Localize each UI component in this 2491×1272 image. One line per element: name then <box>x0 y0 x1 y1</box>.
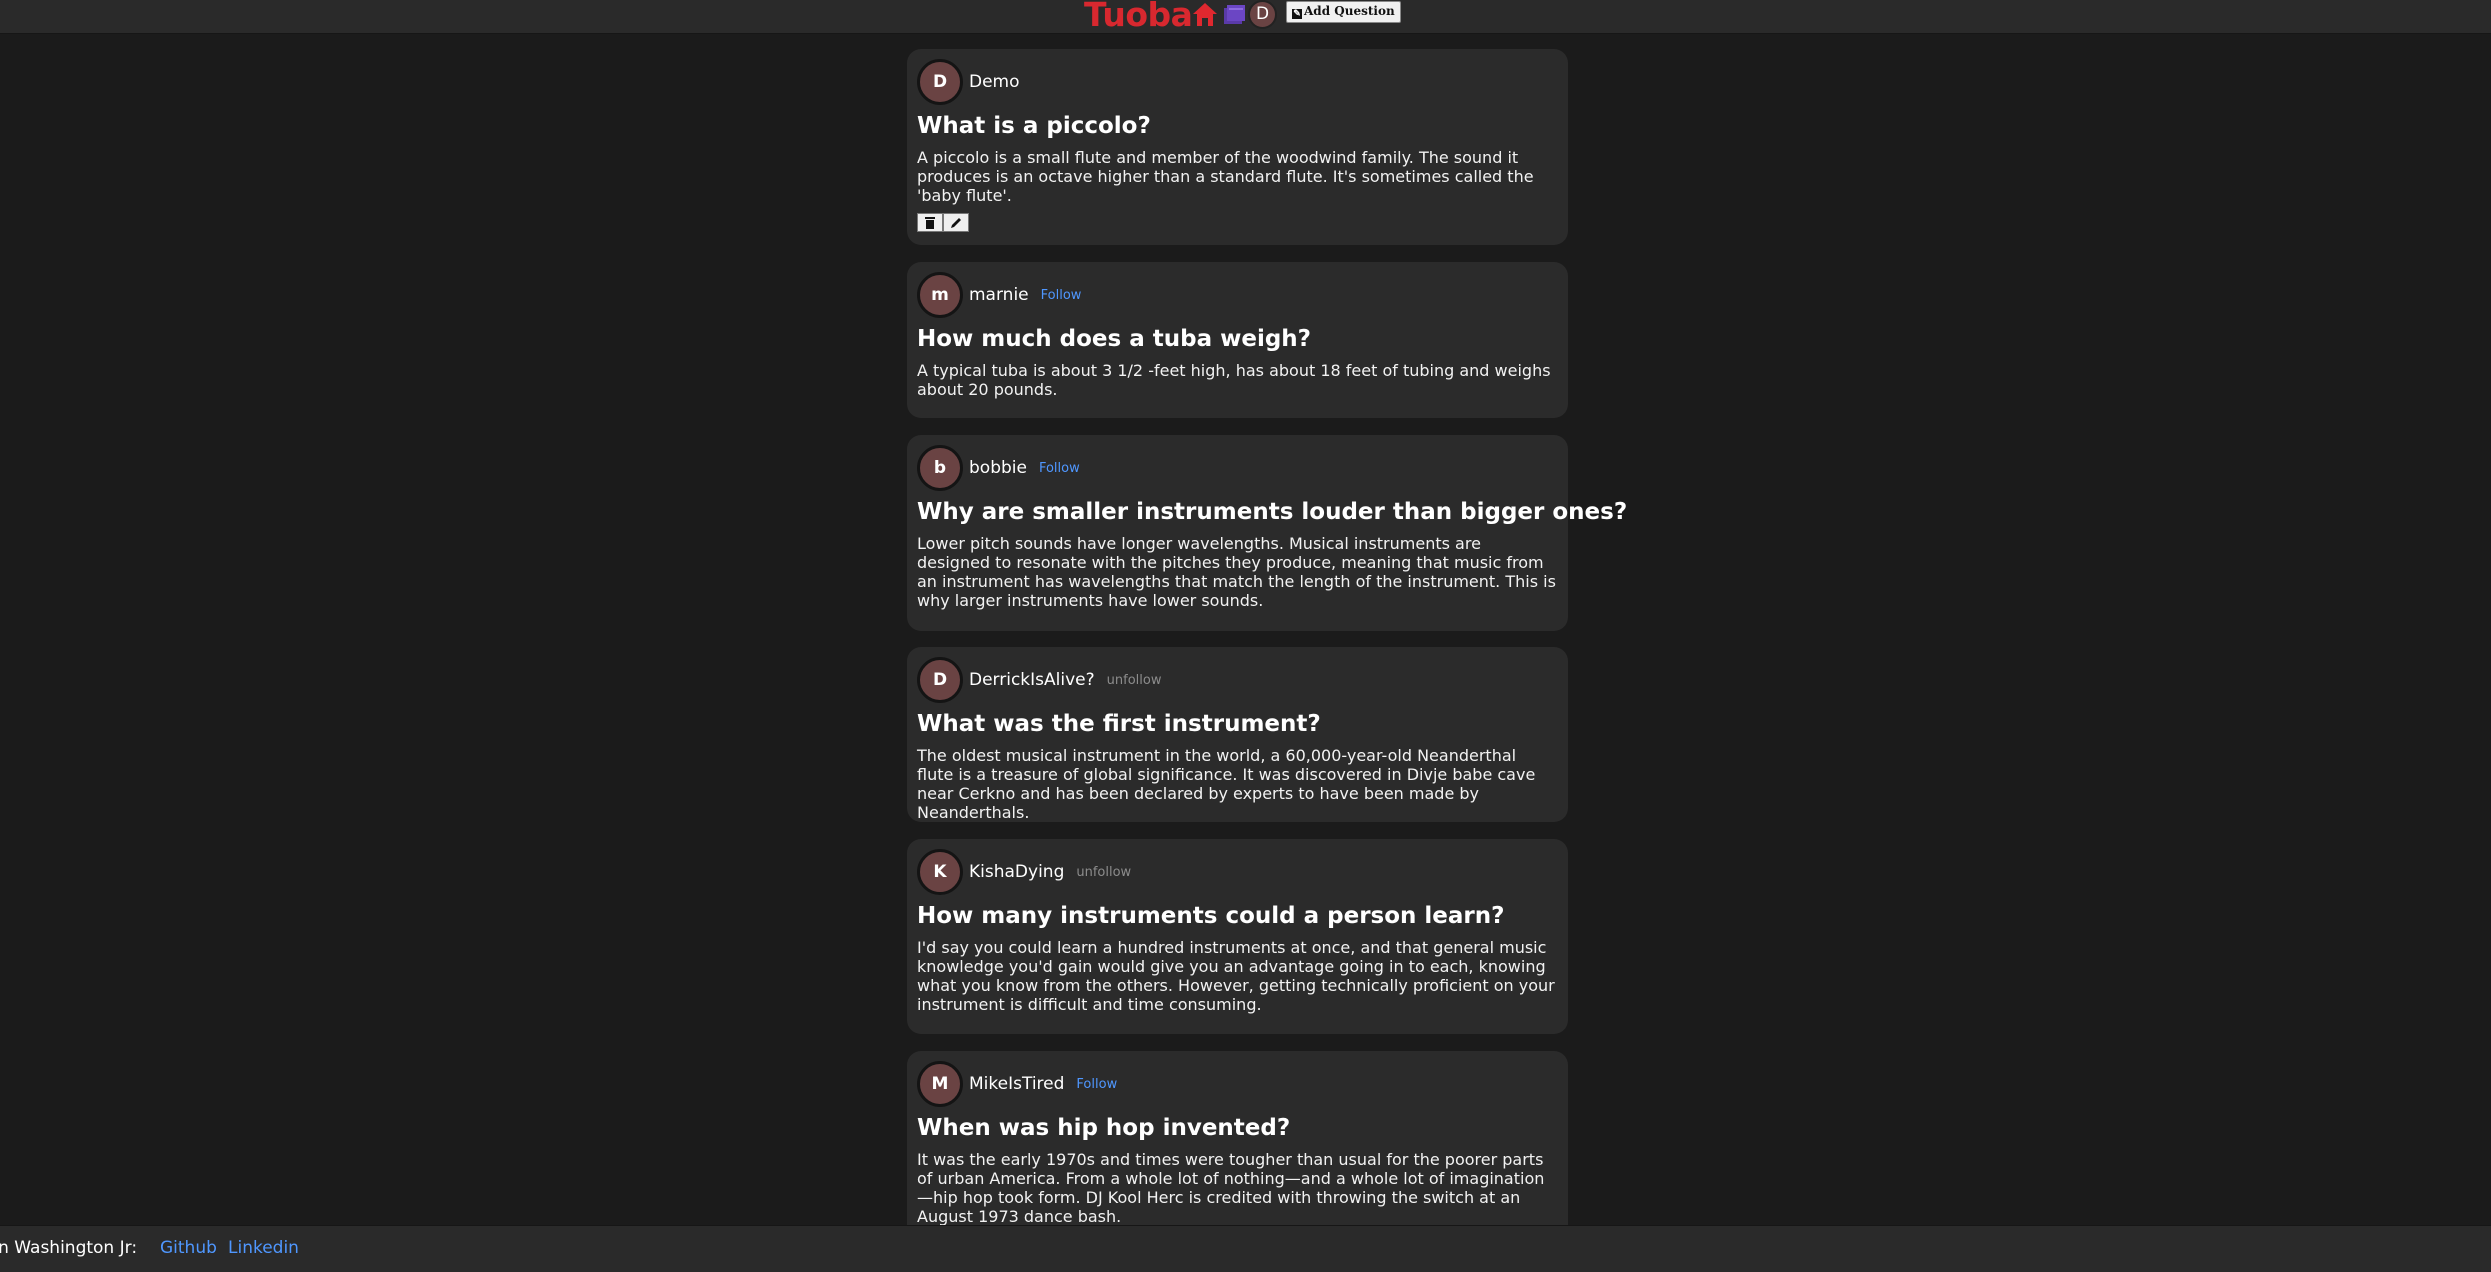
question-title[interactable]: When was hip hop invented? <box>917 1115 1290 1141</box>
linkedin-link[interactable]: Linkedin <box>228 1238 299 1258</box>
author-row: K KishaDying unfollow <box>917 849 1131 895</box>
add-question-label: Add Question <box>1304 4 1395 18</box>
trash-icon <box>925 217 935 229</box>
author-avatar[interactable]: D <box>917 657 963 703</box>
question-card: M MikeIsTired Follow When was hip hop in… <box>907 1051 1568 1251</box>
question-title[interactable]: Why are smaller instruments louder than … <box>917 499 1627 525</box>
github-link[interactable]: Github <box>160 1238 217 1258</box>
question-title[interactable]: How many instruments could a person lear… <box>917 903 1505 929</box>
author-name[interactable]: Demo <box>969 72 1020 92</box>
brand-logo[interactable]: Tuoba <box>1084 0 1193 33</box>
question-card: D Demo What is a piccolo? A piccolo is a… <box>907 49 1568 245</box>
delete-button[interactable] <box>917 213 943 232</box>
question-card: D DerrickIsAlive? unfollow What was the … <box>907 647 1568 822</box>
author-row: b bobbie Follow <box>917 445 1080 491</box>
author-name[interactable]: marnie <box>969 285 1029 305</box>
author-avatar[interactable]: K <box>917 849 963 895</box>
author-name[interactable]: MikeIsTired <box>969 1074 1064 1094</box>
question-title[interactable]: What was the first instrument? <box>917 711 1321 737</box>
card-actions <box>917 213 969 232</box>
question-body: A piccolo is a small flute and member of… <box>917 148 1534 205</box>
question-card: m marnie Follow How much does a tuba wei… <box>907 262 1568 418</box>
author-avatar[interactable]: m <box>917 272 963 318</box>
question-card: K KishaDying unfollow How many instrumen… <box>907 839 1568 1034</box>
unfollow-button[interactable]: unfollow <box>1076 865 1131 880</box>
add-question-button[interactable]: ✎ Add Question <box>1286 1 1401 23</box>
question-title[interactable]: How much does a tuba weigh? <box>917 326 1311 352</box>
author-row: D Demo <box>917 59 1020 105</box>
question-body: I'd say you could learn a hundred instru… <box>917 938 1555 1014</box>
author-row: M MikeIsTired Follow <box>917 1061 1117 1107</box>
author-name[interactable]: bobbie <box>969 458 1027 478</box>
follow-button[interactable]: Follow <box>1076 1077 1117 1092</box>
unfollow-button[interactable]: unfollow <box>1107 673 1162 688</box>
question-body: It was the early 1970s and times were to… <box>917 1150 1545 1226</box>
edit-icon: ✎ <box>1292 9 1302 19</box>
top-navbar: Tuoba D ✎ Add Question <box>0 0 2491 34</box>
follow-button[interactable]: Follow <box>1041 288 1082 303</box>
author-avatar[interactable]: b <box>917 445 963 491</box>
question-body: Lower pitch sounds have longer wavelengt… <box>917 534 1556 610</box>
home-icon[interactable] <box>1190 0 1220 28</box>
question-body: A typical tuba is about 3 1/2 -feet high… <box>917 361 1551 399</box>
author-name[interactable]: DerrickIsAlive? <box>969 670 1095 690</box>
question-title[interactable]: What is a piccolo? <box>917 113 1151 139</box>
edit-button[interactable] <box>943 213 969 232</box>
user-avatar[interactable]: D <box>1248 0 1277 29</box>
pencil-icon <box>950 218 961 228</box>
author-avatar[interactable]: M <box>917 1061 963 1107</box>
author-avatar[interactable]: D <box>917 59 963 105</box>
books-icon[interactable] <box>1219 0 1249 28</box>
question-card: b bobbie Follow Why are smaller instrume… <box>907 435 1627 631</box>
author-name[interactable]: KishaDying <box>969 862 1064 882</box>
follow-button[interactable]: Follow <box>1039 461 1080 476</box>
author-row: m marnie Follow <box>917 272 1081 318</box>
question-body: The oldest musical instrument in the wor… <box>917 746 1536 822</box>
footer: rian Washington Jr: Github Linkedin <box>0 1225 2491 1272</box>
footer-credit: rian Washington Jr: <box>0 1238 138 1258</box>
author-row: D DerrickIsAlive? unfollow <box>917 657 1161 703</box>
